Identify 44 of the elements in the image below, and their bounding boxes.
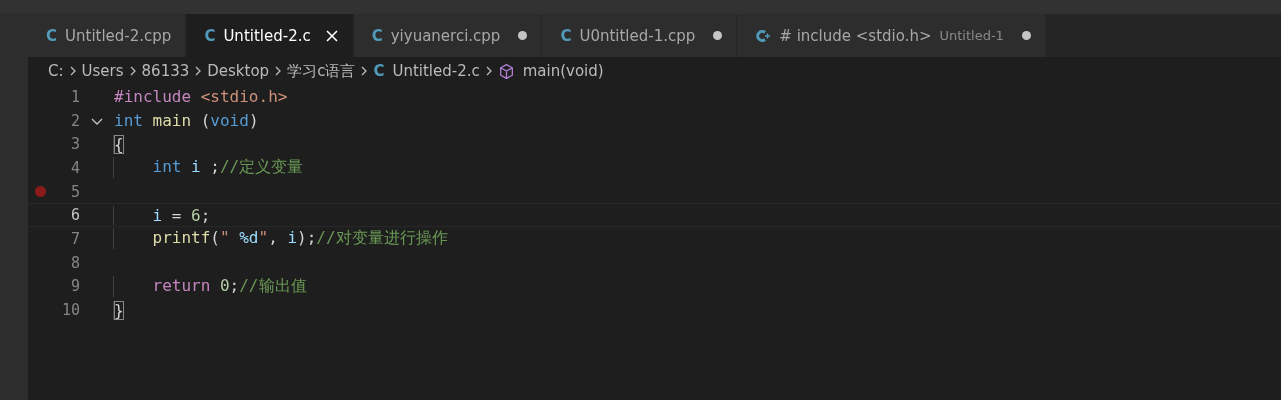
code-line: int main (void) xyxy=(113,111,259,131)
line-number: 7 xyxy=(69,229,80,248)
line-number: 8 xyxy=(69,253,80,272)
breadcrumb-item[interactable]: main(void) xyxy=(522,62,604,80)
tab-label: U0ntitled-1.cpp xyxy=(579,26,696,45)
code-line: return 0;//输出值 xyxy=(113,275,307,297)
c-file-icon: C xyxy=(204,26,216,45)
line-number: 9 xyxy=(69,277,80,296)
editor-tab[interactable]: C yiyuanerci.cpp xyxy=(353,14,543,57)
c-file-icon: C xyxy=(373,62,385,80)
line-number: 6 xyxy=(69,206,80,225)
editor-tab[interactable]: # include <stdio.h> Untitled-1 xyxy=(737,14,1046,57)
code-line: printf(" %d", i);//对变量进行操作 xyxy=(113,228,448,250)
line-number: 2 xyxy=(69,111,80,130)
tab-label: Untitled-2.c xyxy=(223,26,311,45)
cpp-file-icon xyxy=(755,27,772,44)
c-file-icon: C xyxy=(46,26,57,45)
breadcrumb-item[interactable]: Desktop xyxy=(207,62,270,80)
breadcrumb-item[interactable]: Users xyxy=(81,62,124,80)
line-number: 5 xyxy=(69,182,80,201)
line-number: 4 xyxy=(69,158,80,177)
breadcrumb-item[interactable]: C: xyxy=(48,62,64,80)
c-file-icon: C xyxy=(371,26,383,45)
breadcrumb-item[interactable]: Untitled-2.c xyxy=(392,62,480,80)
code-line: { xyxy=(113,134,124,154)
c-file-icon: C xyxy=(560,26,572,45)
code-line: } xyxy=(113,300,124,320)
breadcrumb-item[interactable]: 学习c语言 xyxy=(287,61,356,81)
tab-label: # include <stdio.h> xyxy=(779,26,932,45)
code-line: #include <stdio.h> xyxy=(113,87,288,107)
line-number: 1 xyxy=(69,87,80,106)
tab-description: Untitled-1 xyxy=(939,28,1004,43)
code-line: int i ;//定义变量 xyxy=(113,157,304,179)
editor-tab[interactable]: C Untitled-2.cpp xyxy=(28,14,187,57)
line-number: 10 xyxy=(60,301,80,320)
editor-tab[interactable]: C U0ntitled-1.cpp xyxy=(542,14,738,57)
code-line: i = 6; xyxy=(113,205,211,225)
cube-icon xyxy=(497,62,515,80)
line-number: 3 xyxy=(69,135,80,154)
breadcrumb-item[interactable]: 86133 xyxy=(141,62,190,80)
editor-tab[interactable]: C Untitled-2.c xyxy=(186,14,354,57)
tab-label: Untitled-2.cpp xyxy=(65,26,172,45)
close-icon[interactable] xyxy=(324,28,339,43)
tab-label: yiyuanerci.cpp xyxy=(390,26,501,45)
